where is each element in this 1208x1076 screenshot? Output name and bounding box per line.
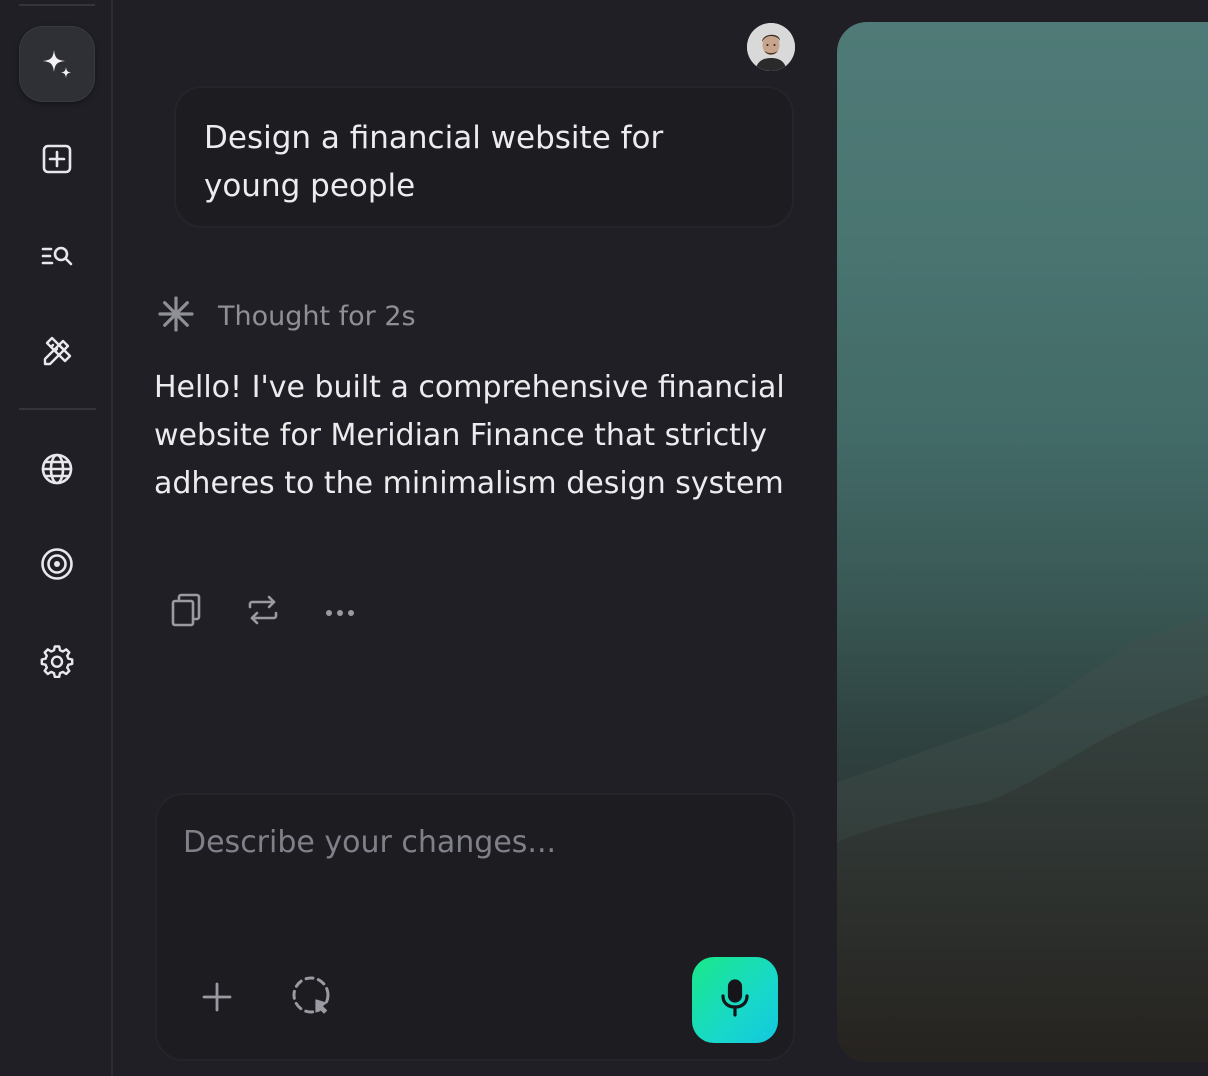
select-element-button[interactable] [289, 975, 337, 1023]
target-icon [39, 546, 75, 582]
design-tools-icon [39, 333, 75, 369]
more-icon [325, 603, 355, 622]
preview-landscape-image [837, 615, 1208, 1062]
regenerate-button[interactable] [245, 590, 281, 634]
sidebar-top-divider [19, 4, 95, 6]
sidebar-item-ai[interactable] [19, 26, 95, 102]
regenerate-icon [246, 593, 280, 631]
copy-icon [170, 592, 202, 632]
user-message-text: Design a financial website for young peo… [204, 120, 664, 204]
composer-input[interactable] [183, 825, 743, 860]
sidebar-item-search[interactable] [19, 218, 95, 294]
app-window: Design a financial website for young peo… [0, 0, 1208, 1076]
composer [155, 793, 795, 1061]
more-button[interactable] [322, 590, 358, 634]
sidebar-item-globe[interactable] [19, 431, 95, 507]
assistant-message-text: Hello! I've built a comprehensive financ… [154, 370, 785, 501]
search-list-icon [39, 238, 75, 274]
user-message-bubble: Design a financial website for young peo… [174, 86, 794, 228]
attach-button[interactable] [193, 975, 241, 1023]
asterisk-icon [156, 294, 196, 338]
gear-icon [39, 642, 75, 678]
globe-icon [39, 451, 75, 487]
sidebar [0, 0, 113, 1076]
sidebar-item-settings[interactable] [19, 622, 95, 698]
thought-label: Thought for 2s [218, 300, 416, 332]
sidebar-item-new[interactable] [19, 121, 95, 197]
avatar[interactable] [747, 23, 795, 71]
new-project-icon [39, 141, 75, 177]
thought-indicator[interactable]: Thought for 2s [156, 296, 416, 336]
sidebar-item-design[interactable] [19, 313, 95, 389]
sidebar-divider [19, 408, 96, 410]
sidebar-item-target[interactable] [19, 526, 95, 602]
select-cursor-icon [291, 975, 335, 1023]
message-actions [168, 590, 399, 634]
sparkles-icon [39, 46, 75, 82]
copy-button[interactable] [168, 590, 204, 634]
preview-pane [837, 22, 1208, 1062]
plus-icon [201, 981, 233, 1017]
microphone-icon [717, 978, 753, 1022]
voice-input-button[interactable] [692, 957, 778, 1043]
